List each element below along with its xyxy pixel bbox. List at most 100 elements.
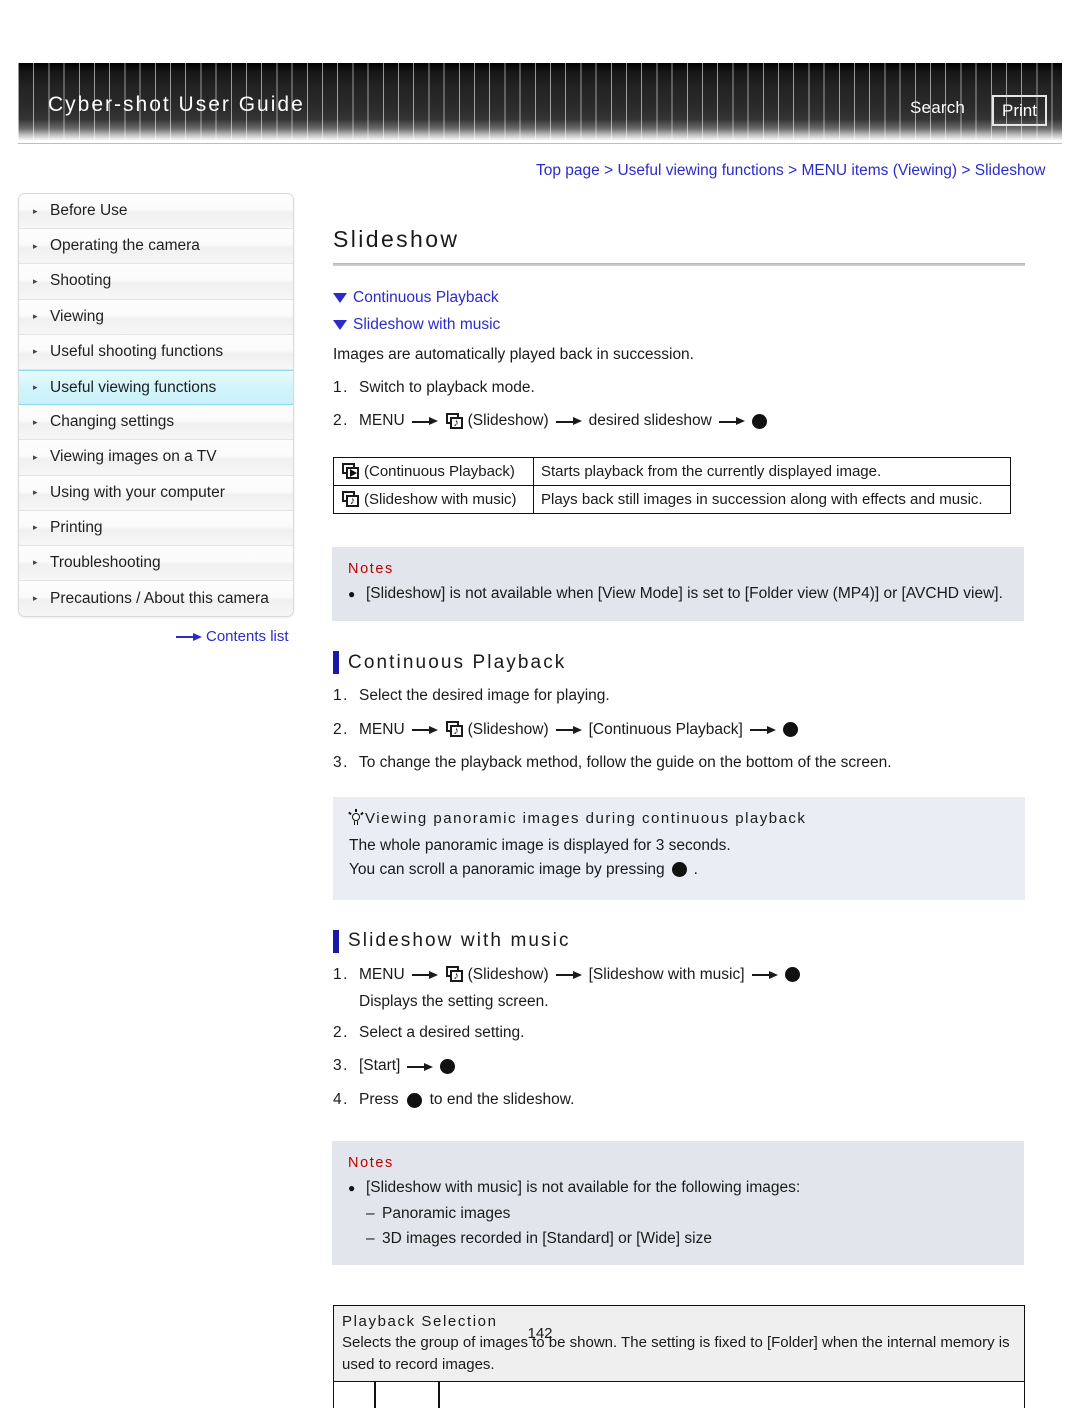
- control-button-icon: [784, 967, 800, 983]
- menu-label: MENU: [359, 965, 405, 983]
- chevron-right-icon: ▸: [33, 416, 38, 427]
- control-button-icon: [751, 413, 767, 429]
- header-divider: [18, 143, 1062, 144]
- triangle-down-icon: [333, 293, 347, 303]
- sidebar-item-shooting[interactable]: ▸ Shooting: [19, 264, 293, 300]
- arrow-right-icon: [749, 725, 776, 734]
- chevron-right-icon: ▸: [33, 487, 38, 498]
- slideshow-mode-table: (Continuous Playback) Starts playback fr…: [333, 456, 1011, 514]
- sidebar-item-useful-shooting-functions[interactable]: ▸ Useful shooting functions: [19, 334, 293, 370]
- chevron-right-icon: ▸: [33, 275, 38, 286]
- sidebar-item-label: Printing: [50, 518, 103, 536]
- breadcrumb-separator: >: [961, 162, 971, 179]
- continuous-step-3: 3. To change the playback method, follow…: [333, 752, 1025, 774]
- menu-label: MENU: [359, 720, 405, 738]
- anchor-label: Slideshow with music: [353, 316, 501, 333]
- music-step-3: 3. [Start]: [333, 1055, 1025, 1077]
- slideshow-play-icon: [342, 462, 361, 480]
- intro-paragraph: Images are automatically played back in …: [333, 346, 694, 363]
- chevron-right-icon: ▸: [33, 205, 38, 216]
- anchor-continuous-playback[interactable]: Continuous Playback: [333, 289, 1025, 307]
- sidebar-item-useful-viewing-functions[interactable]: ▸ Useful viewing functions: [19, 369, 293, 406]
- table-row: (Continuous Playback) Starts playback fr…: [333, 456, 1011, 486]
- arrow-right-icon: [555, 417, 582, 426]
- arrow-right-icon: [751, 970, 778, 979]
- sidebar-item-label: Changing settings: [50, 413, 175, 431]
- control-button-icon: [406, 1092, 422, 1108]
- intro-step-2: 2. MENU ♪ (Slideshow) desired slideshow: [333, 410, 1025, 432]
- slideshow-music-icon: ♪: [445, 412, 465, 430]
- breadcrumb-item-slideshow[interactable]: Slideshow: [975, 162, 1046, 179]
- arrow-right-icon: [555, 725, 582, 734]
- step-text: Switch to playback mode.: [359, 378, 535, 396]
- table-row: ♪ (Slideshow with music) Plays back stil…: [333, 484, 1011, 514]
- step-number: 1.: [333, 378, 349, 396]
- music-step-1: 1. MENU ♪ (Slideshow) [Slideshow with mu…: [333, 964, 1025, 986]
- contents-list-link[interactable]: Contents list: [176, 628, 289, 645]
- notes-title: Notes: [348, 1155, 394, 1172]
- chevron-right-icon: ▸: [33, 557, 38, 568]
- tip-text: The whole panoramic image is displayed f…: [349, 836, 731, 854]
- table-cell-description: Starts playback from the currently displ…: [533, 456, 1011, 486]
- sidebar-item-troubleshooting[interactable]: ▸ Troubleshooting: [19, 545, 293, 582]
- slideshow-music-icon: ♪: [445, 721, 465, 738]
- note-sub-text: Panoramic images: [382, 1204, 511, 1222]
- sidebar-item-label: Before Use: [50, 202, 128, 220]
- breadcrumb-item-useful-viewing-functions[interactable]: Useful viewing functions: [617, 162, 783, 179]
- chevron-right-icon: ▸: [33, 240, 38, 251]
- tip-line-1: The whole panoramic image is displayed f…: [349, 834, 1009, 858]
- breadcrumb-separator: >: [604, 162, 614, 179]
- tip-text-before: You can scroll a panoramic image by pres…: [349, 860, 665, 878]
- playback-selection-header: Playback Selection Selects the group of …: [333, 1305, 1025, 1382]
- sidebar-item-precautions-about-this-camera[interactable]: ▸ Precautions / About this camera: [19, 581, 293, 617]
- main-content: Slideshow Continuous Playback Slideshow …: [332, 193, 1025, 1408]
- playback-selection-table: Playback Selection Selects the group of …: [333, 1305, 1025, 1408]
- note-text: [Slideshow with music] is not available …: [366, 1179, 801, 1197]
- sidebar-item-changing-settings[interactable]: ▸ Changing settings: [19, 405, 293, 441]
- sidebar-item-viewing-images-on-a-tv[interactable]: ▸ Viewing images on a TV: [19, 440, 293, 476]
- mode-label: (Continuous Playback): [364, 462, 515, 480]
- step-text: Select the desired image for playing.: [359, 687, 610, 705]
- tip-text-after: .: [693, 860, 698, 878]
- sidebar-item-viewing[interactable]: ▸ Viewing: [19, 299, 293, 335]
- bullet-icon: ●: [348, 1181, 356, 1196]
- tip-line-2: You can scroll a panoramic image by pres…: [349, 858, 1009, 882]
- bullet-icon: ●: [348, 586, 356, 601]
- section-title: Slideshow with music: [348, 930, 571, 952]
- note-sub-item: – Panoramic images: [366, 1203, 1008, 1225]
- sidebar-item-operating-the-camera[interactable]: ▸ Operating the camera: [19, 229, 293, 265]
- section-heading-slideshow-with-music: Slideshow with music: [333, 929, 1025, 953]
- tip-box-panoramic: Viewing panoramic images during continuo…: [333, 796, 1025, 900]
- print-button[interactable]: Print: [992, 95, 1047, 126]
- anchor-label: Continuous Playback: [353, 289, 499, 306]
- icon-caption: (Slideshow): [467, 720, 549, 738]
- breadcrumb: Top page > Useful viewing functions > ME…: [536, 162, 1045, 180]
- anchor-slideshow-with-music[interactable]: Slideshow with music: [333, 316, 1025, 334]
- breadcrumb-item-menu-items-viewing[interactable]: MENU items (Viewing): [801, 162, 957, 179]
- sidebar-item-label: Viewing images on a TV: [50, 448, 217, 466]
- music-step-2: 2. Select a desired setting.: [333, 1022, 1025, 1044]
- dash-icon: –: [366, 1229, 375, 1247]
- step-mid-label: [Continuous Playback]: [588, 720, 743, 738]
- search-link[interactable]: Search: [910, 98, 965, 118]
- slideshow-music-icon: ♪: [342, 490, 361, 508]
- note-text: [Slideshow] is not available when [View …: [366, 584, 1003, 602]
- arrow-right-icon: [555, 970, 582, 979]
- step-number: 1.: [333, 965, 349, 983]
- control-button-icon: [782, 722, 798, 738]
- sidebar-item-printing[interactable]: ▸ Printing: [19, 510, 293, 546]
- start-label: [Start]: [359, 1057, 401, 1075]
- sidebar-item-label: Shooting: [50, 272, 112, 290]
- continuous-step-2: 2. MENU ♪ (Slideshow) [Continuous Playba…: [333, 719, 1025, 741]
- chevron-right-icon: ▸: [33, 382, 38, 393]
- step-mid-label: [Slideshow with music]: [588, 965, 745, 983]
- note-item: ● [Slideshow with music] is not availabl…: [348, 1177, 1008, 1199]
- step-text: To change the playback method, follow th…: [359, 754, 892, 772]
- notes-box-slideshow-with-music: Notes ● [Slideshow with music] is not av…: [332, 1141, 1024, 1266]
- dash-icon: –: [366, 1204, 375, 1222]
- step-number: 2.: [333, 412, 349, 430]
- sidebar-item-before-use[interactable]: ▸ Before Use: [19, 194, 293, 230]
- sidebar-item-using-with-your-computer[interactable]: ▸ Using with your computer: [19, 475, 293, 511]
- icon-caption: (Slideshow): [467, 965, 549, 983]
- breadcrumb-item-top-page[interactable]: Top page: [536, 162, 600, 179]
